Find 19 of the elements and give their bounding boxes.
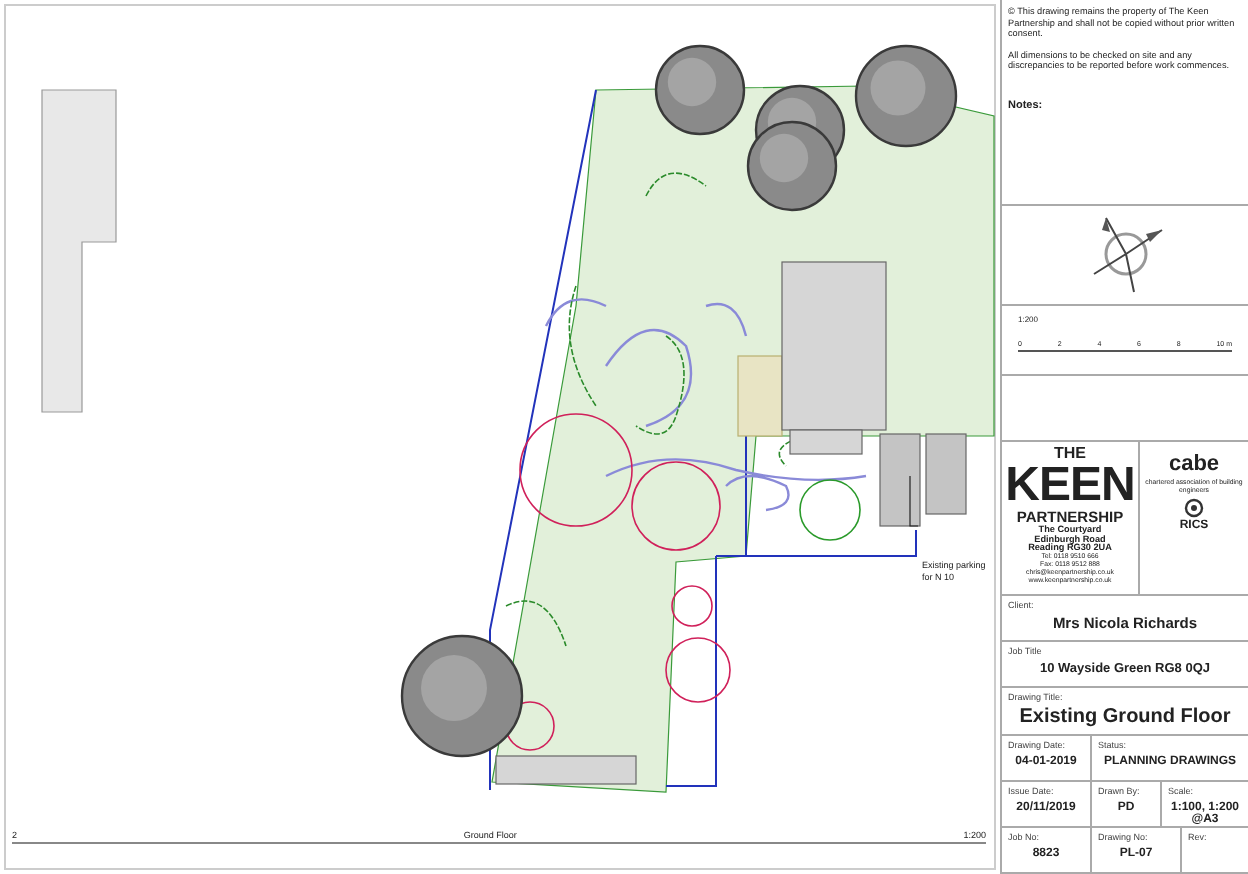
tree-canopy-circle [519, 413, 633, 527]
practice-logo: KEEN [1005, 461, 1135, 510]
tree-drawing [400, 634, 524, 758]
tree-drawing [746, 120, 838, 212]
tree-drawing [854, 44, 958, 148]
drawing-title: Existing Ground Floor [1017, 706, 1233, 728]
practice-the: THE [1054, 445, 1086, 462]
garage [925, 433, 967, 515]
tree-drawing [654, 44, 746, 136]
rics-emblem-icon [1184, 497, 1204, 518]
tree-canopy-circle [665, 637, 731, 703]
tree-canopy-circle [671, 585, 713, 627]
leader-line [909, 475, 919, 527]
garage [879, 433, 921, 527]
cabe-logo: cabe [1168, 451, 1220, 476]
terrace [737, 355, 783, 437]
shrub-circle [799, 479, 861, 541]
tree-canopy-circle [631, 461, 721, 551]
outbuilding [495, 755, 637, 785]
